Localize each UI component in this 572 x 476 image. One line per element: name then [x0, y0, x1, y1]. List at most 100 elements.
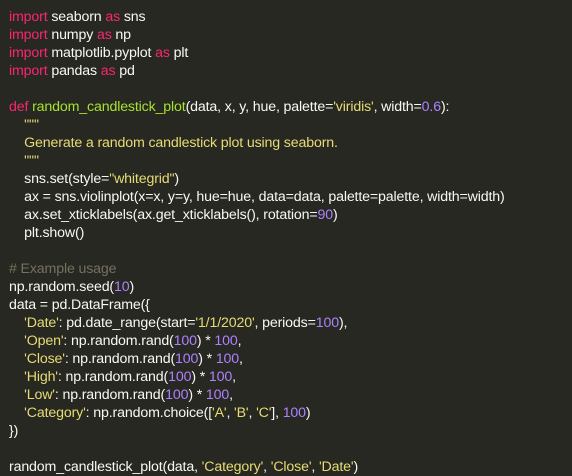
code-token: 'Open' — [24, 333, 64, 349]
code-token: 'Low' — [24, 387, 55, 403]
code-token: np.random.seed( — [9, 279, 115, 295]
code-token: numpy — [47, 27, 97, 43]
code-token: 'viridis' — [333, 99, 374, 115]
code-token: 'High' — [24, 369, 58, 385]
code-token: data = pd.DataFrame({ — [9, 297, 150, 313]
code-line: 'Close': np.random.rand(100) * 100, — [9, 350, 572, 368]
code-token: 'Date' — [24, 315, 59, 331]
code-token: 100 — [175, 351, 199, 367]
code-token: , — [226, 405, 235, 421]
code-line: 'High': np.random.rand(100) * 100, — [9, 368, 572, 386]
code-token: as — [96, 27, 112, 43]
code-token: seaborn — [47, 9, 106, 25]
code-token: import — [9, 9, 48, 25]
code-token: 100 — [173, 333, 197, 349]
code-token: 'Category' — [201, 459, 264, 475]
code-token: pandas — [47, 63, 101, 79]
code-token: sns.set(style= — [9, 171, 110, 187]
code-token: Generate a random candlestick plot using… — [9, 135, 338, 151]
code-token: random_candlestick_plot(data, — [9, 459, 202, 475]
code-line: Generate a random candlestick plot using… — [9, 134, 572, 152]
code-token: random_candlestick_plot — [32, 99, 186, 115]
code-line: ​ — [9, 242, 572, 260]
code-token: ) * — [188, 387, 206, 403]
code-line: 'Low': np.random.rand(100) * 100, — [9, 386, 572, 404]
code-line: 'Open': np.random.rand(100) * 100, — [9, 332, 572, 350]
code-line: def random_candlestick_plot(data, x, y, … — [9, 98, 572, 116]
code-token: 90 — [317, 207, 334, 223]
code-token: "whitegrid" — [109, 171, 175, 187]
code-token: : np.random.choice([ — [85, 405, 213, 421]
code-token: as — [105, 9, 121, 25]
code-token: '1/1/2020' — [195, 315, 255, 331]
code-token: 100 — [168, 369, 192, 385]
code-line: ax = sns.violinplot(x=x, y=y, hue=hue, d… — [9, 188, 572, 206]
code-token: """ — [9, 153, 39, 169]
code-token: }) — [9, 423, 19, 439]
code-line: ax.set_xticklabels(ax.get_xticklabels(),… — [9, 206, 572, 224]
code-token: 100 — [215, 351, 240, 367]
code-line: sns.set(style="whitegrid") — [9, 170, 572, 188]
code-line: np.random.seed(10) — [9, 278, 572, 296]
code-editor[interactable]: import seaborn as sns import numpy as np i… — [0, 0, 572, 475]
code-line: # Example usage — [9, 260, 572, 278]
code-token: """ — [24, 117, 39, 133]
code-token: 'Close' — [24, 351, 65, 367]
code-token: as — [100, 63, 116, 79]
code-token: ), — [338, 315, 348, 331]
code-token: , — [263, 459, 271, 475]
code-token: pd — [115, 63, 135, 79]
code-line: ​ — [9, 80, 572, 98]
code-token: , — [232, 369, 236, 385]
code-token: , — [311, 459, 319, 475]
code-token: : np.random.rand( — [57, 369, 169, 385]
code-token: , — [248, 405, 257, 421]
code-line: import numpy as np — [9, 26, 572, 44]
code-token: , — [229, 387, 233, 403]
code-block[interactable]: import seaborn as sns import numpy as np i… — [9, 8, 572, 476]
code-token: 'A' — [212, 405, 227, 421]
code-token: ], — [271, 405, 283, 421]
code-token: : np.random.rand( — [54, 387, 166, 403]
code-token: sns — [120, 9, 146, 25]
code-token: , width= — [373, 99, 422, 115]
code-token: def — [9, 99, 29, 115]
code-token: 'Date' — [319, 459, 354, 475]
code-line: 'Category': np.random.choice(['A', 'B', … — [9, 404, 572, 422]
code-token: 100 — [282, 405, 306, 421]
code-token: ) — [333, 207, 338, 223]
code-token: 100 — [315, 315, 339, 331]
code-token: 'Category' — [24, 405, 86, 421]
code-line: """ — [9, 152, 572, 170]
code-token: : np.random.rand( — [64, 351, 176, 367]
code-token: ): — [440, 99, 450, 115]
code-token: , — [237, 333, 242, 349]
code-line: import seaborn as sns — [9, 8, 572, 26]
code-line: }) — [9, 422, 572, 440]
code-token: : pd.date_range(start= — [58, 315, 196, 331]
code-token: 100 — [165, 387, 189, 403]
code-token: ) — [174, 171, 179, 187]
code-line: import matplotlib.pyplot as plt — [9, 44, 572, 62]
code-token: ) * — [198, 351, 216, 367]
code-token: , — [239, 351, 243, 367]
code-token: 'C' — [256, 405, 272, 421]
code-token: : np.random.rand( — [63, 333, 174, 349]
code-token: ) * — [196, 333, 215, 349]
code-token: matplotlib.pyplot — [47, 45, 156, 61]
code-line: """ — [9, 116, 572, 134]
code-token: 10 — [114, 279, 130, 295]
code-token: (data, x, y, hue, palette= — [185, 99, 334, 115]
code-token: plt — [169, 45, 189, 61]
code-token: import — [9, 63, 48, 79]
code-token: import — [9, 45, 48, 61]
code-token: 100 — [208, 369, 233, 385]
code-line: random_candlestick_plot(data, 'Category'… — [9, 458, 572, 476]
code-token: ) — [305, 405, 311, 421]
code-line: data = pd.DataFrame({ — [9, 296, 572, 314]
